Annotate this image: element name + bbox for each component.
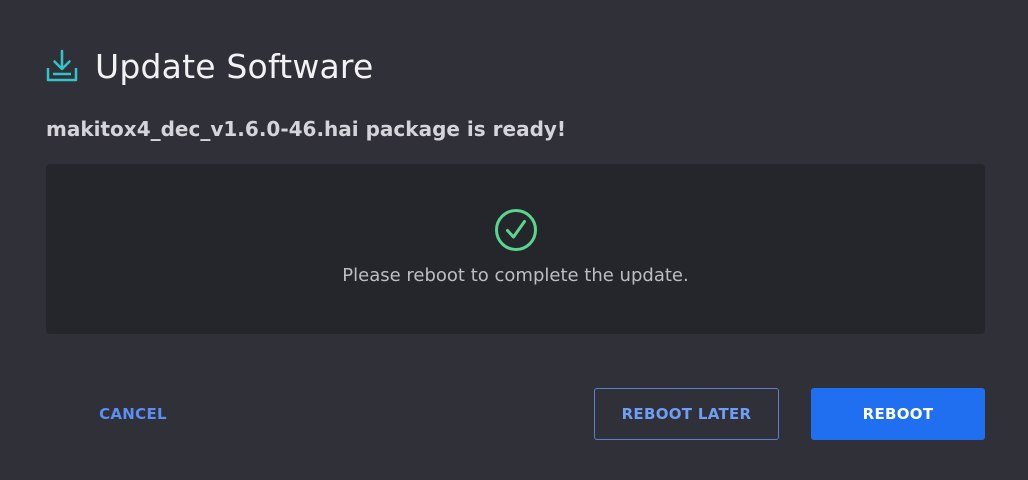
reboot-button[interactable]: REBOOT: [811, 388, 985, 440]
cancel-button[interactable]: CANCEL: [76, 388, 190, 440]
reboot-later-button[interactable]: REBOOT LATER: [594, 388, 779, 440]
dialog-header: Update Software: [46, 44, 373, 88]
dialog-title: Update Software: [95, 46, 374, 86]
status-message-panel: Please reboot to complete the update.: [46, 164, 985, 334]
package-ready-text: makitox4_dec_v1.6.0-46.hai package is re…: [46, 117, 567, 141]
check-circle-icon: [494, 208, 538, 252]
reboot-message: Please reboot to complete the update.: [342, 265, 689, 286]
download-tray-icon: [46, 48, 78, 84]
update-software-dialog: Update Software makitox4_dec_v1.6.0-46.h…: [0, 0, 1028, 480]
